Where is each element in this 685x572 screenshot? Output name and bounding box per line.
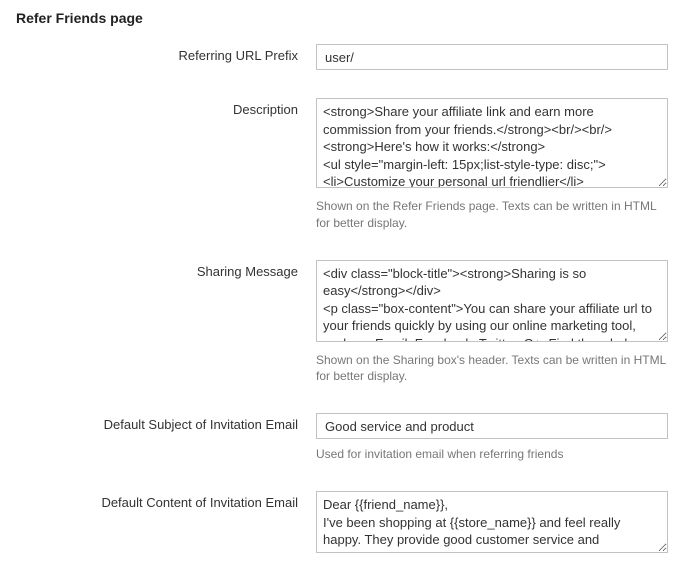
label-invite-content: Default Content of Invitation Email [16, 491, 316, 510]
label-url-prefix: Referring URL Prefix [16, 44, 316, 63]
input-url-prefix[interactable] [316, 44, 668, 70]
textarea-description[interactable] [316, 98, 668, 188]
row-description: Description Shown on the Refer Friends p… [16, 98, 669, 232]
row-sharing-message: Sharing Message Shown on the Sharing box… [16, 260, 669, 386]
hint-invite-subject: Used for invitation email when referring… [316, 446, 668, 463]
input-invite-subject[interactable] [316, 413, 668, 439]
section-title: Refer Friends page [16, 10, 669, 26]
row-invite-content: Default Content of Invitation Email [16, 491, 669, 556]
label-description: Description [16, 98, 316, 117]
label-invite-subject: Default Subject of Invitation Email [16, 413, 316, 432]
textarea-invite-content[interactable] [316, 491, 668, 553]
label-sharing-message: Sharing Message [16, 260, 316, 279]
row-invite-subject: Default Subject of Invitation Email Used… [16, 413, 669, 463]
hint-description: Shown on the Refer Friends page. Texts c… [316, 198, 668, 232]
textarea-sharing-message[interactable] [316, 260, 668, 342]
row-url-prefix: Referring URL Prefix [16, 44, 669, 70]
hint-sharing-message: Shown on the Sharing box's header. Texts… [316, 352, 668, 386]
